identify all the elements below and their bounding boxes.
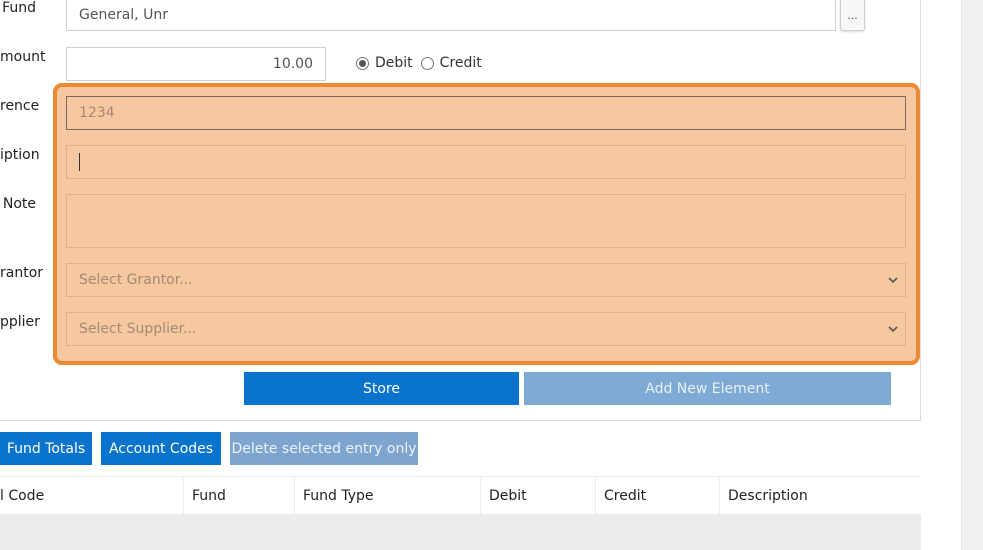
supplier-label: pplier [0, 314, 40, 330]
amount-field[interactable]: 10.00 [66, 47, 326, 81]
fund-lookup-button[interactable]: ... [840, 0, 865, 31]
account-codes-button[interactable]: Account Codes [101, 432, 221, 465]
panel-right-border [920, 0, 921, 421]
note-field[interactable] [66, 194, 906, 248]
text-cursor [79, 153, 80, 171]
fund-totals-button[interactable]: Fund Totals [0, 432, 92, 465]
chevron-down-icon [888, 326, 898, 333]
debit-radio[interactable] [356, 56, 369, 70]
note-label: Note [2, 196, 36, 212]
delete-entry-button[interactable]: Delete selected entry only [230, 432, 418, 465]
credit-label: Credit [439, 55, 482, 71]
column-header-fund[interactable]: Fund [183, 477, 294, 515]
fund-label: Fund [2, 0, 36, 16]
amount-value: 10.00 [272, 56, 313, 72]
supplier-placeholder: Select Supplier... [79, 321, 197, 337]
reference-field[interactable]: 1234 [66, 96, 906, 130]
store-button[interactable]: Store [244, 372, 519, 405]
debit-credit-toggle: Debit Credit [356, 55, 490, 71]
amount-label: mount [0, 49, 46, 65]
panel-bottom-border [0, 420, 921, 421]
add-new-element-button[interactable]: Add New Element [524, 372, 891, 405]
grantor-label: rantor [0, 265, 44, 281]
chevron-down-icon [888, 277, 898, 284]
column-header-debit[interactable]: Debit [480, 477, 595, 515]
column-header-fund-type[interactable]: Fund Type [294, 477, 480, 515]
grantor-placeholder: Select Grantor... [79, 272, 193, 288]
description-label: iption [0, 147, 40, 163]
column-header-description[interactable]: Description [719, 477, 921, 515]
grantor-select[interactable]: Select Grantor... [66, 263, 906, 297]
fund-value: General, Unr [79, 6, 168, 23]
column-header-credit[interactable]: Credit [595, 477, 719, 515]
reference-label: rence [0, 98, 40, 114]
entries-table-header: l Code Fund Fund Type Debit Credit Descr… [0, 476, 921, 515]
fund-field[interactable]: General, Unr [66, 0, 836, 31]
description-field[interactable] [66, 145, 906, 179]
reference-value: 1234 [79, 105, 115, 121]
supplier-select[interactable]: Select Supplier... [66, 312, 906, 346]
column-header-code[interactable]: l Code [0, 477, 183, 515]
scrollbar[interactable] [961, 0, 983, 550]
entries-table-body [0, 514, 921, 550]
credit-radio[interactable] [420, 56, 434, 70]
debit-label: Debit [375, 55, 413, 71]
